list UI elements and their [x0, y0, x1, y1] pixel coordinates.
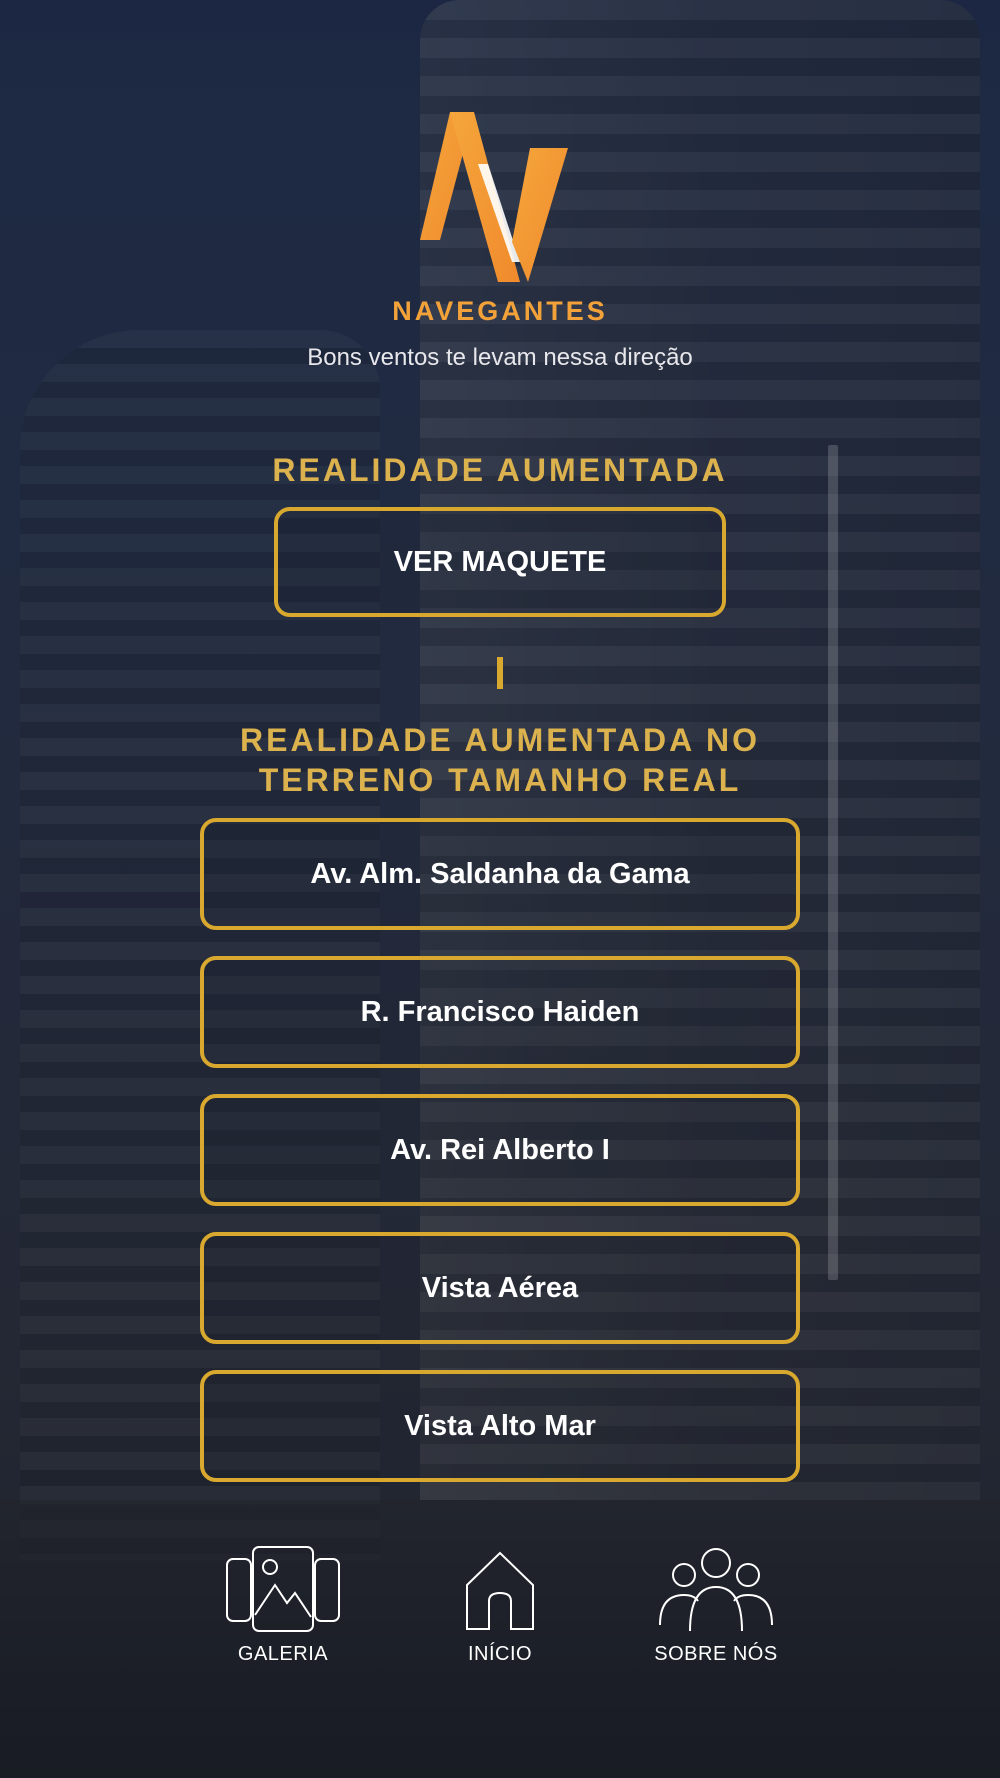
location-button-label: Av. Rei Alberto I: [390, 1133, 610, 1166]
section-title-line1: REALIDADE AUMENTADA NO: [240, 722, 760, 758]
section-divider: [497, 657, 503, 689]
section-title-ar-terrain: REALIDADE AUMENTADA NO TERRENO TAMANHO R…: [0, 720, 1000, 800]
location-button-saldanha[interactable]: Av. Alm. Saldanha da Gama: [200, 818, 800, 930]
scrollbar[interactable]: [828, 445, 838, 1280]
gallery-icon: [225, 1545, 341, 1633]
nav-inicio[interactable]: INÍCIO: [410, 1545, 590, 1670]
vista-aerea-button[interactable]: Vista Aérea: [200, 1232, 800, 1344]
location-button-label: Av. Alm. Saldanha da Gama: [310, 857, 690, 890]
people-icon: [658, 1545, 774, 1633]
nav-sobre-nos-label: SOBRE NÓS: [654, 1643, 778, 1665]
section-title-line2: TERRENO TAMANHO REAL: [258, 762, 742, 798]
vista-alto-mar-label: Vista Alto Mar: [404, 1409, 596, 1442]
nav-galeria-label: GALERIA: [237, 1643, 329, 1665]
section-title-ar: REALIDADE AUMENTADA: [272, 452, 728, 488]
location-button-rei-alberto[interactable]: Av. Rei Alberto I: [200, 1094, 800, 1206]
ver-maquete-label: VER MAQUETE: [393, 545, 607, 578]
ver-maquete-button[interactable]: VER MAQUETE: [274, 507, 726, 617]
tagline: Bons ventos te levam nessa direção: [307, 344, 693, 371]
location-button-label: R. Francisco Haiden: [360, 995, 640, 1028]
home-icon: [463, 1545, 537, 1633]
nav-galeria[interactable]: GALERIA: [193, 1545, 373, 1670]
nav-sobre-nos[interactable]: SOBRE NÓS: [626, 1545, 806, 1670]
navegantes-logo-icon: [420, 112, 568, 282]
vista-aerea-label: Vista Aérea: [421, 1271, 579, 1304]
brand-name: NAVEGANTES: [392, 296, 608, 326]
vista-alto-mar-button[interactable]: Vista Alto Mar: [200, 1370, 800, 1482]
location-button-haiden[interactable]: R. Francisco Haiden: [200, 956, 800, 1068]
nav-inicio-label: INÍCIO: [467, 1643, 533, 1665]
